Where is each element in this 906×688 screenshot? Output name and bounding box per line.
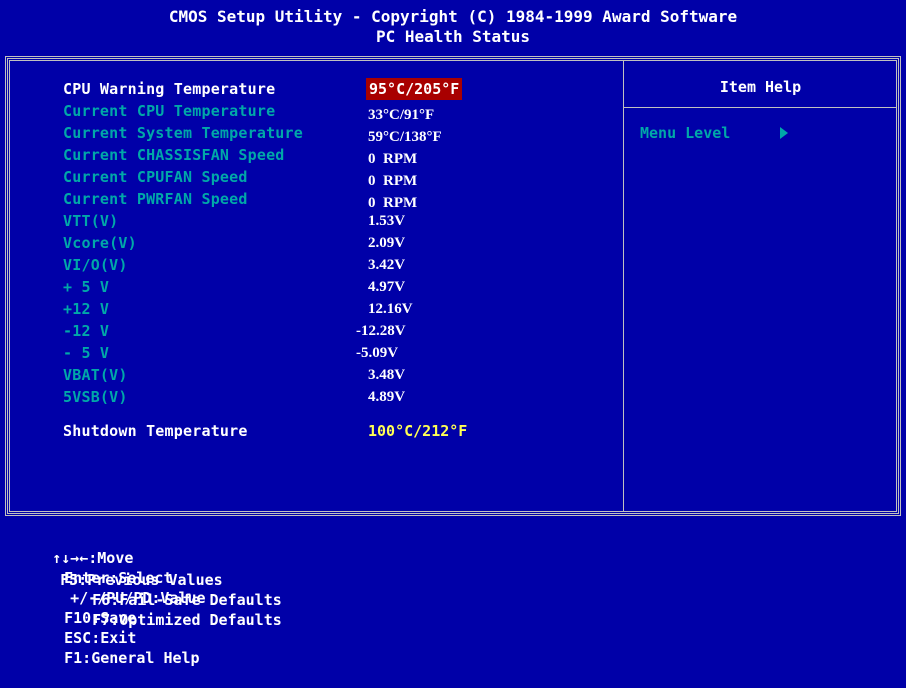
setting-vbat: VBAT(V) 3.48V bbox=[0, 364, 620, 386]
setting-label: VBAT(V) bbox=[63, 366, 128, 384]
setting-plus-12v: +12 V 12.16V bbox=[0, 298, 620, 320]
setting-value: -5.09V bbox=[356, 345, 399, 361]
setting-vcore: Vcore(V) 2.09V bbox=[0, 232, 620, 254]
setting-value: 4.89V bbox=[368, 389, 406, 405]
setting-label: VI/O(V) bbox=[63, 256, 128, 274]
key-previous-values: F5:Previous Values bbox=[60, 571, 223, 589]
menu-level-label: Menu Level bbox=[640, 124, 731, 142]
item-help-title: Item Help bbox=[719, 78, 802, 96]
setting-value-selected[interactable]: 95°C/205°F bbox=[366, 78, 463, 100]
setting-label: CPU Warning Temperature bbox=[63, 80, 276, 98]
setting-value: 3.48V bbox=[368, 367, 406, 383]
setting-label: - 5 V bbox=[63, 344, 110, 362]
setting-label: +12 V bbox=[63, 300, 110, 318]
setting-label: Current CPU Temperature bbox=[63, 102, 276, 120]
key-general-help: F1:General Help bbox=[64, 649, 200, 667]
setting-label: Shutdown Temperature bbox=[63, 422, 248, 440]
key-help-bar: ↑↓→←:Move Enter:Select +/-/PU/PD:Value F… bbox=[0, 524, 906, 667]
app-title: CMOS Setup Utility - Copyright (C) 1984-… bbox=[168, 7, 738, 26]
setting-label: Current CHASSISFAN Speed bbox=[63, 146, 285, 164]
setting-value: 3.42V bbox=[368, 257, 406, 273]
setting-label: Current CPUFAN Speed bbox=[63, 168, 248, 186]
triangle-right-icon bbox=[780, 127, 788, 139]
setting-label: -12 V bbox=[63, 322, 110, 340]
setting-vio: VI/O(V) 3.42V bbox=[0, 254, 620, 276]
setting-label: 5VSB(V) bbox=[63, 388, 128, 406]
panel-divider bbox=[623, 60, 624, 512]
setting-value: 2.09V bbox=[368, 235, 406, 251]
setting-label: + 5 V bbox=[63, 278, 110, 296]
key-help-row-2: F5:Previous Values F6:Fail-Safe Defaults… bbox=[16, 550, 282, 650]
setting-cpu-warning-temperature[interactable]: CPU Warning Temperature 95°C/205°F bbox=[0, 78, 620, 100]
setting-value: 12.16V bbox=[368, 301, 413, 317]
setting-plus-5v: + 5 V 4.97V bbox=[0, 276, 620, 298]
setting-label: Current System Temperature bbox=[63, 124, 303, 142]
setting-pwrfan-speed: Current PWRFAN Speed 0 RPM bbox=[0, 188, 620, 211]
setting-shutdown-temperature[interactable]: Shutdown Temperature 100°C/212°F bbox=[0, 420, 620, 442]
setting-value[interactable]: 100°C/212°F bbox=[368, 420, 467, 442]
title-bar: CMOS Setup Utility - Copyright (C) 1984-… bbox=[0, 0, 906, 52]
key-optimized-defaults: F7:Optimized Defaults bbox=[92, 611, 282, 629]
setting-chassisfan-speed: Current CHASSISFAN Speed 0 RPM bbox=[0, 144, 620, 167]
setting-minus-5v: - 5 V -5.09V bbox=[0, 342, 620, 364]
setting-minus-12v: -12 V -12.28V bbox=[0, 320, 620, 342]
setting-current-cpu-temperature: Current CPU Temperature 33°C/91°F bbox=[0, 100, 620, 123]
setting-vtt: VTT(V) 1.53V bbox=[0, 210, 620, 232]
setting-value: -12.28V bbox=[356, 323, 406, 339]
setting-label: Current PWRFAN Speed bbox=[63, 190, 248, 208]
setting-label: VTT(V) bbox=[63, 212, 119, 230]
setting-5vsb: 5VSB(V) 4.89V bbox=[0, 386, 620, 408]
page-title: PC Health Status bbox=[375, 27, 531, 46]
setting-label: Vcore(V) bbox=[63, 234, 137, 252]
setting-value: 4.97V bbox=[368, 279, 406, 295]
setting-value: 1.53V bbox=[368, 213, 406, 229]
key-fail-safe-defaults: F6:Fail-Safe Defaults bbox=[92, 591, 282, 609]
help-divider bbox=[624, 107, 897, 108]
setting-cpufan-speed: Current CPUFAN Speed 0 RPM bbox=[0, 166, 620, 189]
setting-current-system-temperature: Current System Temperature 59°C/138°F bbox=[0, 122, 620, 145]
